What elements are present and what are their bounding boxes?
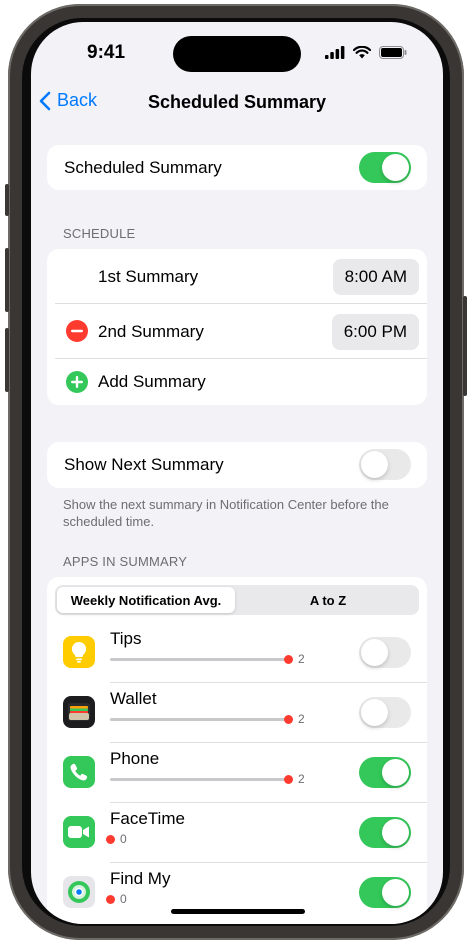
summary-2-label: 2nd Summary [98,321,204,341]
app-count-find-my: 0 [120,892,127,906]
summary-2-time-button[interactable]: 6:00 PM [331,313,419,350]
status-icons [325,46,407,59]
notification-dot [284,715,293,724]
status-time: 9:41 [87,42,126,63]
notification-bar [110,778,288,781]
notification-dot [106,835,115,844]
app-row-facetime: FaceTime 0 [47,803,427,863]
phone-icon [63,756,95,788]
home-indicator[interactable] [171,909,305,914]
add-summary-row[interactable]: Add Summary [47,359,427,405]
action-button [5,184,9,216]
cellular-signal-icon [325,46,345,59]
app-count-facetime: 0 [120,832,127,846]
app-name-tips: Tips [110,629,142,648]
next-summary-label: Show Next Summary [64,455,224,474]
schedule-row-1: 1st Summary 8:00 AM [47,249,427,304]
screen: 9:41 Back Scheduled Summary Scheduled Su [31,22,443,924]
wifi-icon [353,46,371,59]
app-name-facetime: FaceTime [110,809,185,828]
app-toggle-phone[interactable] [359,757,411,788]
app-row-wallet: Wallet 2 [47,683,427,743]
app-toggle-find-my[interactable] [359,877,411,908]
sort-option-weekly-avg[interactable]: Weekly Notification Avg. [57,587,235,613]
app-toggle-tips[interactable] [359,637,411,668]
next-summary-footer: Show the next summary in Notification Ce… [63,497,389,529]
volume-up-button [5,248,9,312]
app-name-wallet: Wallet [110,689,157,708]
volume-down-button [5,328,9,392]
app-count-wallet: 2 [298,712,305,726]
location-icon [63,876,95,908]
minus-circle-icon[interactable] [66,320,88,342]
app-row-phone: Phone 2 [47,743,427,803]
app-count-tips: 2 [298,652,305,666]
app-row-tips: Tips 2 [47,623,427,683]
lightbulb-icon [63,636,95,668]
sort-option-a-to-z[interactable]: A to Z [239,587,417,613]
add-summary-label: Add Summary [98,372,206,391]
dynamic-island [173,36,301,72]
scheduled-summary-toggle[interactable] [359,152,411,183]
app-name-phone: Phone [110,749,160,768]
page-title: Scheduled Summary [147,92,327,112]
sort-segmented-control: Weekly Notification Avg. A to Z [55,585,419,615]
app-row-find-my: Find My 0 [47,863,427,923]
scheduled-summary-card: Scheduled Summary [47,145,427,190]
app-name-find-my: Find My [110,869,171,888]
power-button [463,296,467,396]
notification-bar [110,718,288,721]
video-camera-icon [63,816,95,848]
notification-bar [110,658,288,661]
wallet-icon [63,696,95,728]
notification-dot [106,895,115,904]
next-summary-toggle[interactable] [359,449,411,480]
app-count-phone: 2 [298,772,305,786]
schedule-row-2: 2nd Summary 6:00 PM [47,304,427,359]
battery-icon [379,46,407,59]
notification-dot [284,655,293,664]
apps-section-header: APPS IN SUMMARY [63,554,188,569]
plus-circle-icon [66,371,88,393]
scheduled-summary-label: Scheduled Summary [64,157,222,177]
next-summary-card: Show Next Summary [47,442,427,488]
schedule-card: 1st Summary 8:00 AM 2nd Summary 6:00 PM … [47,249,427,405]
summary-1-label: 1st Summary [98,266,199,286]
schedule-section-header: SCHEDULE [63,226,136,241]
app-toggle-facetime[interactable] [359,817,411,848]
notification-dot [284,775,293,784]
app-toggle-wallet[interactable] [359,697,411,728]
apps-card: Weekly Notification Avg. A to Z Tips 2 W… [47,577,427,924]
summary-1-time-button[interactable]: 8:00 AM [332,258,419,295]
